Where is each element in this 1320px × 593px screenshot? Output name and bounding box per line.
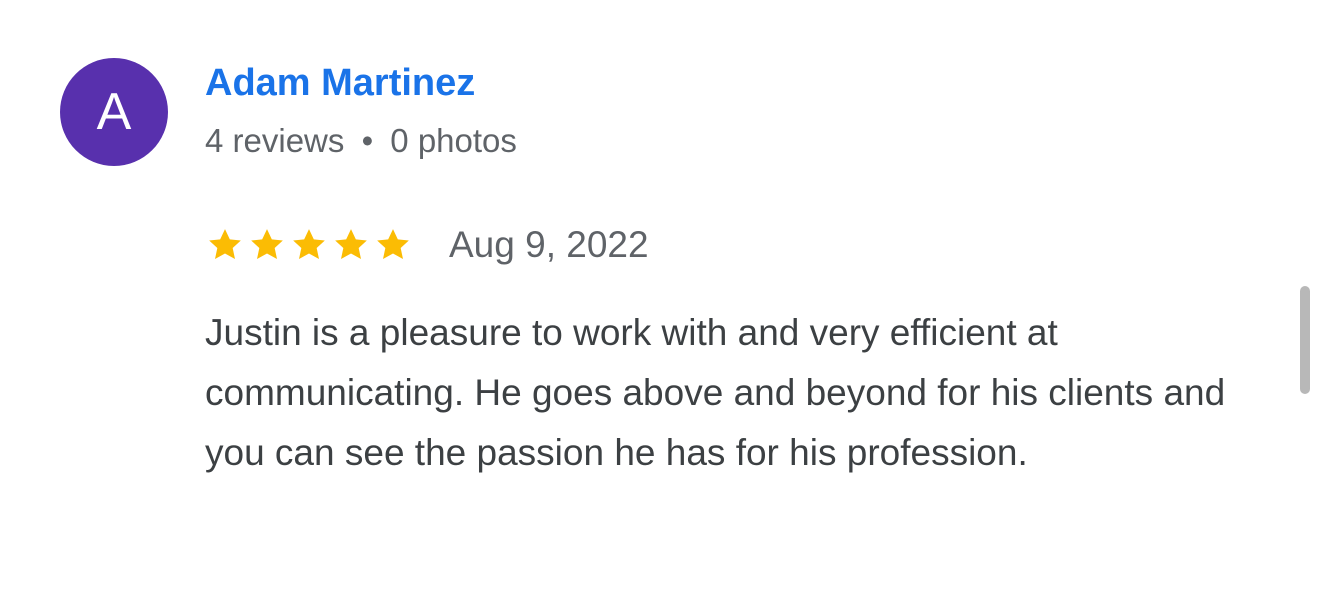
scrollbar-thumb[interactable] — [1300, 286, 1310, 394]
review-date: Aug 9, 2022 — [449, 224, 649, 265]
review-card: A Adam Martinez 4 reviews • 0 photos Aug… — [0, 0, 1320, 593]
photo-count: 0 photos — [390, 122, 517, 159]
meta-separator: • — [361, 122, 374, 159]
avatar-initial: A — [96, 83, 132, 141]
star-rating — [205, 225, 415, 265]
reviewer-meta: 4 reviews • 0 photos — [205, 122, 517, 160]
star-icon — [247, 225, 287, 265]
star-icon — [205, 225, 245, 265]
rating-row: Aug 9, 2022 — [205, 222, 649, 268]
star-icon — [289, 225, 329, 265]
star-icon — [331, 225, 371, 265]
reviewer-name-link[interactable]: Adam Martinez — [205, 62, 475, 105]
avatar[interactable]: A — [60, 58, 168, 166]
review-count: 4 reviews — [205, 122, 345, 159]
star-icon — [373, 225, 413, 265]
review-text: Justin is a pleasure to work with and ve… — [205, 312, 1226, 473]
